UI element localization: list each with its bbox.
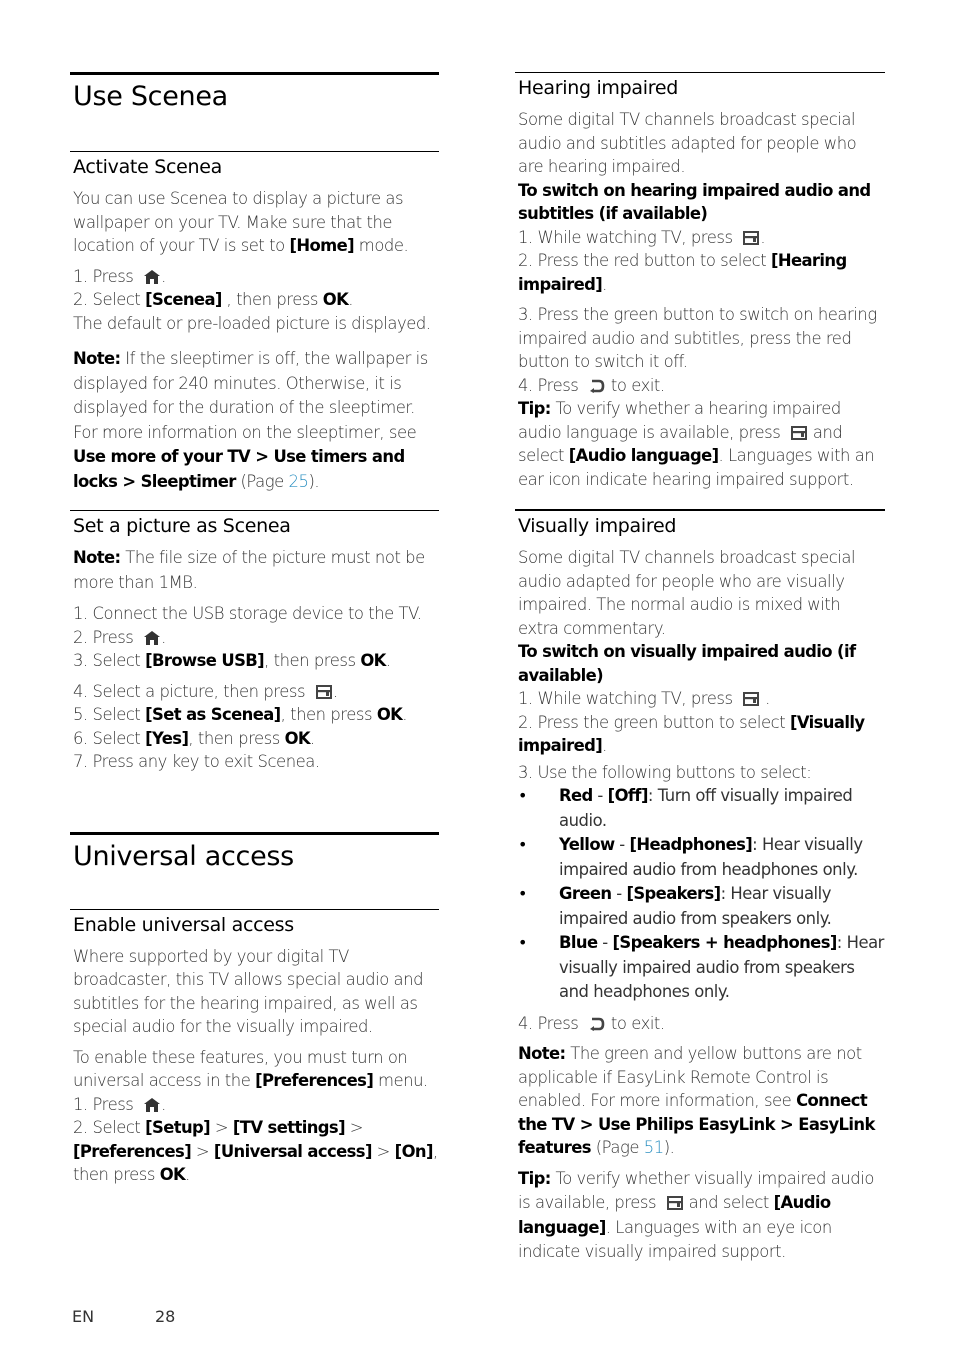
right-column: Hearing impaired Some digital TV channel… [515,72,885,1265]
heading-visually-impaired: Visually impaired [518,515,677,537]
visual-note: Note: The green and yellow buttons are n… [518,1044,875,1157]
bullet: • [518,884,528,903]
section-title-universal-access: Universal access [73,840,294,872]
activate-result: The default or pre-loaded picture is dis… [73,313,431,333]
footer-language: EN [72,1307,95,1326]
options-icon [667,1196,683,1210]
set-picture-step-5: 5. Select [Set as Scenea], then press OK… [73,705,408,724]
visual-tip: Tip: To verify whether visually impaired… [518,1168,874,1262]
set-picture-step-4: 4. Select a picture, then press . [73,681,338,701]
universal-access-intro: Where supported by your digital TV broad… [73,946,424,1037]
hearing-tip: Tip: To verify whether a hearing impaire… [518,399,875,489]
subsection-divider [515,509,885,511]
home-icon [144,631,160,645]
subsection-divider [70,151,439,152]
visual-step-3: 3. Use the following buttons to select: [518,762,812,782]
activate-step-2: 2. Select [Scenea] , then press OK. [73,290,353,309]
visual-subhead: To switch on visually impaired audio (if… [518,642,856,685]
hearing-intro: Some digital TV channels broadcast speci… [518,110,857,176]
hearing-subhead: To switch on hearing impaired audio and … [518,180,871,224]
heading-hearing-impaired: Hearing impaired [518,77,678,99]
heading-activate-scenea: Activate Scenea [73,156,222,178]
left-column: Use Scenea Activate Scenea You can use S… [70,72,439,1187]
options-icon [316,685,332,699]
set-picture-step-7: 7. Press any key to exit Scenea. [73,752,320,771]
home-icon [144,1098,160,1112]
activate-step-1: 1. Press . [73,266,166,286]
hearing-step-1: 1. While watching TV, press . [518,227,766,247]
section-divider [70,72,439,75]
list-item: • Green - [Speakers]: Hear visually impa… [518,882,885,931]
list-item: • Yellow - [Headphones]: Hear visually i… [518,833,885,882]
set-picture-note: Note: The file size of the picture must … [73,548,425,592]
bullet: • [518,786,528,805]
page-footer: EN 28 [72,1307,175,1326]
visual-intro: Some digital TV channels broadcast speci… [518,548,856,638]
section-title-use-scenea: Use Scenea [73,81,228,112]
list-item: • Blue - [Speakers + headphones]: Hear v… [518,931,885,1005]
visual-step-1: 1. While watching TV, press . [518,689,770,708]
home-icon [144,270,160,284]
back-icon [589,379,605,393]
universal-access-enable-text: To enable these features, you must turn … [73,1047,428,1091]
hearing-step-3: 3. Press the green button to switch on h… [518,305,877,371]
options-icon [791,426,807,440]
hearing-step-2: 2. Press the red button to select [Heari… [518,251,847,294]
footer-page-number: 28 [155,1307,176,1326]
subsection-divider [70,908,439,910]
back-icon [589,1017,605,1031]
page-link-25[interactable]: 25 [289,472,309,491]
visual-options-list: • Red - [Off]: Turn off visually impaire… [515,784,885,1005]
set-picture-step-6: 6. Select [Yes], then press OK. [73,728,315,748]
subsection-divider [70,510,439,511]
hearing-step-4: 4. Press to exit. [518,375,665,395]
page-link-51[interactable]: 51 [644,1138,664,1157]
options-icon [743,231,759,245]
heading-set-picture-as-scenea: Set a picture as Scenea [73,515,291,537]
set-picture-step-2: 2. Press . [73,627,166,647]
bullet: • [518,933,528,952]
bullet: • [518,835,528,854]
activate-intro: You can use Scenea to display a picture … [73,189,409,255]
options-icon [743,692,759,706]
list-item: • Red - [Off]: Turn off visually impaire… [518,784,885,833]
set-picture-step-3: 3. Select [Browse USB], then press OK. [73,651,391,670]
visual-step-4: 4. Press to exit. [518,1013,665,1033]
set-picture-step-1: 1. Connect the USB storage device to the… [73,604,422,623]
universal-access-step-2: 2. Select [Setup] > [TV settings] > [Pre… [73,1118,438,1184]
visual-step-2: 2. Press the green button to select [Vis… [518,712,865,756]
activate-note: Note: If the sleeptimer is off, the wall… [73,349,428,491]
universal-access-step-1: 1. Press . [73,1094,166,1114]
heading-enable-universal-access: Enable universal access [73,913,294,936]
subsection-divider [515,72,885,73]
section-divider [70,831,439,835]
